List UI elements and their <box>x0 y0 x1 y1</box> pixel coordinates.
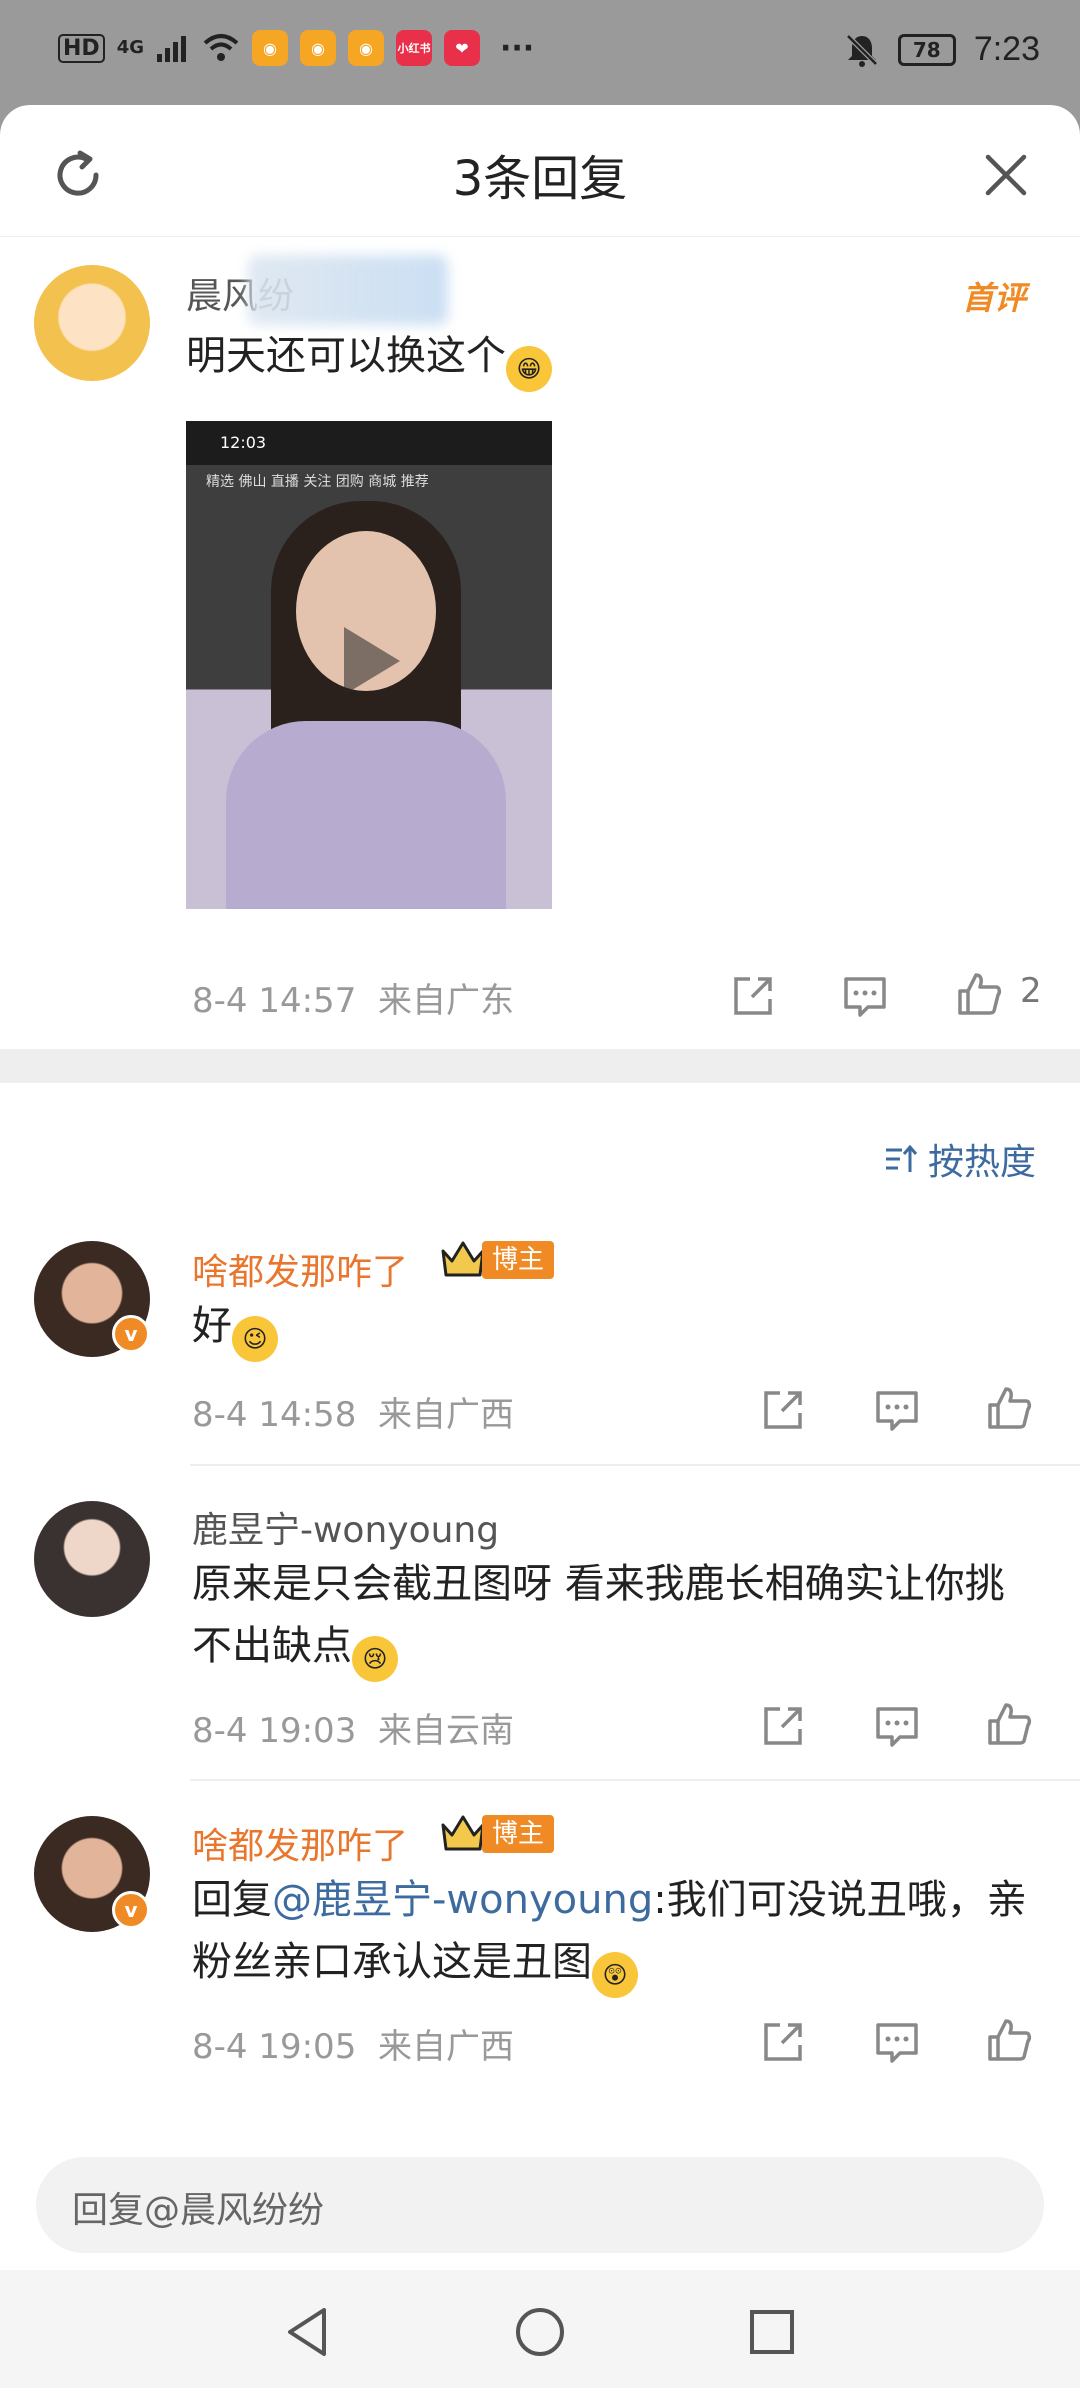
comment-location: 来自广东 <box>377 981 514 1021</box>
crying-emoji-icon: 😢 <box>352 1636 398 1682</box>
more-notifications-icon: ··· <box>500 30 535 66</box>
like-icon[interactable] <box>986 1701 1032 1747</box>
first-comment-badge: 首评 <box>962 279 1027 317</box>
reply-text: 原来是只会截丑图呀 看来我鹿长相确实让你挑不出缺点 😢 <box>192 1553 1032 1682</box>
shocked-emoji-icon: 😲 <box>592 1952 638 1998</box>
comment-icon[interactable] <box>842 973 888 1019</box>
media-tabs: 精选 佛山 直播 关注 团购 商城 推荐 <box>206 474 429 490</box>
sort-button[interactable]: 按热度 <box>884 1133 1036 1185</box>
battery-indicator: 78 <box>897 33 956 66</box>
comment-timestamp: 8-4 14:57 <box>192 981 357 1021</box>
mention-link[interactable]: @鹿昱宁-wonyoung <box>272 1877 653 1923</box>
like-icon[interactable] <box>986 1385 1032 1431</box>
recents-icon[interactable] <box>744 2304 800 2360</box>
status-bar-right: 78 7:23 <box>844 30 1040 69</box>
crown-icon <box>441 1815 485 1851</box>
sheet-header: 3条回复 <box>0 105 1080 237</box>
reply-divider <box>190 1779 1080 1781</box>
verified-badge-icon: v <box>112 1315 150 1353</box>
app-icon: ❤ <box>444 30 480 66</box>
share-icon[interactable] <box>730 973 776 1019</box>
avatar[interactable] <box>34 1501 150 1617</box>
like-icon[interactable] <box>986 2017 1032 2063</box>
home-icon[interactable] <box>512 2304 568 2360</box>
status-bar: HD 4G ◉ ◉ ◉ 小红书 ❤ ··· 78 7:23 <box>0 0 1080 105</box>
blogger-badge: 博主 <box>482 1241 555 1279</box>
network-type: 4G <box>116 37 144 58</box>
blurred-badge <box>248 255 448 325</box>
close-icon[interactable] <box>980 149 1032 201</box>
hd-indicator: HD <box>58 33 105 63</box>
weibo-app-icon: ◉ <box>300 30 336 66</box>
comment-image[interactable]: 12:03 精选 佛山 直播 关注 团购 商城 推荐 <box>186 421 552 909</box>
reply-location: 来自广西 <box>377 1395 514 1435</box>
reply-input-placeholder: 回复@晨风纷纷 <box>72 2190 325 2231</box>
reply-text: 好 😉 <box>192 1295 278 1362</box>
crown-icon <box>441 1241 485 1277</box>
reply-time: 8-4 19:03 来自云南 <box>192 1703 514 1752</box>
reply-text-content: 原来是只会截丑图呀 看来我鹿长相确实让你挑不出缺点 <box>192 1561 1005 1669</box>
reply-divider <box>190 1464 1080 1466</box>
play-icon <box>344 627 400 695</box>
reply-timestamp: 8-4 19:05 <box>192 2027 357 2067</box>
status-bar-left: HD 4G ◉ ◉ ◉ 小红书 ❤ ··· <box>58 30 534 66</box>
comment-icon[interactable] <box>874 2019 920 2065</box>
back-icon[interactable] <box>280 2304 336 2360</box>
reply-timestamp: 8-4 14:58 <box>192 1395 357 1435</box>
verified-badge-icon: v <box>112 1891 150 1929</box>
grin-emoji-icon: 😁 <box>506 346 552 392</box>
avatar[interactable] <box>34 265 150 381</box>
reply-text: 回复@鹿昱宁-wonyoung:我们可没说丑哦，亲粉丝亲口承认这是丑图 😲 <box>192 1869 1032 1998</box>
reply-location: 来自云南 <box>377 1711 514 1751</box>
replies-sheet: 3条回复 晨风纷 首评 明天还可以换这个 😁 12:03 精选 佛山 直播 关注 … <box>0 105 1080 2388</box>
weibo-app-icon: ◉ <box>252 30 288 66</box>
media-status-time: 12:03 <box>220 433 267 452</box>
sort-icon <box>886 1144 918 1172</box>
wink-emoji-icon: 😉 <box>232 1316 278 1362</box>
blogger-badge: 博主 <box>482 1815 555 1853</box>
comment-text: 明天还可以换这个 😁 <box>186 325 552 392</box>
reply-time: 8-4 19:05 来自广西 <box>192 2019 514 2068</box>
media-figure-body <box>226 721 506 909</box>
mute-bell-icon <box>846 33 878 67</box>
share-icon[interactable] <box>760 1387 806 1433</box>
page-title: 3条回复 <box>452 151 628 207</box>
reply-time: 8-4 14:58 来自广西 <box>192 1387 514 1436</box>
section-divider <box>0 1049 1080 1083</box>
reply-username[interactable]: 啥都发那咋了 <box>192 1243 408 1295</box>
system-navigation-bar <box>0 2270 1080 2388</box>
reply-username[interactable]: 鹿昱宁-wonyoung <box>192 1501 499 1553</box>
like-icon[interactable] <box>956 971 1002 1017</box>
reply-text-content: 好 <box>192 1303 232 1349</box>
comment-time: 8-4 14:57 来自广东 <box>192 973 514 1022</box>
xiaohongshu-app-icon: 小红书 <box>396 30 432 66</box>
reply-input[interactable]: 回复@晨风纷纷 <box>36 2157 1044 2253</box>
reply-location: 来自广西 <box>377 2027 514 2067</box>
comment-icon[interactable] <box>874 1387 920 1433</box>
wifi-icon <box>203 34 239 61</box>
clock: 7:23 <box>973 30 1040 68</box>
share-icon[interactable] <box>760 2019 806 2065</box>
weibo-app-icon: ◉ <box>348 30 384 66</box>
sort-label: 按热度 <box>928 1142 1037 1183</box>
reply-prefix: 回复 <box>192 1877 272 1923</box>
like-count: 2 <box>1020 971 1042 1011</box>
signal-icon <box>157 36 186 62</box>
reply-timestamp: 8-4 19:03 <box>192 1711 357 1751</box>
reply-username[interactable]: 啥都发那咋了 <box>192 1817 408 1869</box>
share-icon[interactable] <box>760 1703 806 1749</box>
comment-text-content: 明天还可以换这个 <box>186 333 506 379</box>
comment-icon[interactable] <box>874 1703 920 1749</box>
